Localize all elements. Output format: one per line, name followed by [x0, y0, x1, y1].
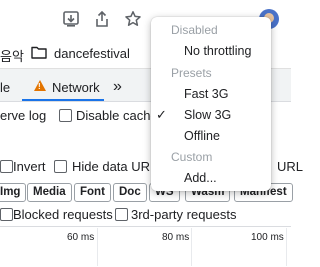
install-app-icon[interactable]	[62, 10, 80, 28]
more-tabs-icon[interactable]: »	[113, 78, 122, 96]
hide-data-url-checkbox[interactable]	[54, 160, 67, 173]
blocked-requests-label: Blocked requests	[13, 207, 113, 222]
tab-network-label: Network	[52, 80, 100, 95]
bookmark-folder-dancefestival[interactable]: dancefestival	[54, 46, 130, 61]
disable-cache-label: Disable cache	[76, 108, 158, 123]
menu-item-no-throttling[interactable]: No throttling	[184, 44, 251, 58]
third-party-checkbox[interactable]	[115, 208, 128, 221]
share-icon[interactable]	[93, 10, 111, 28]
menu-header-custom: Custom	[171, 150, 213, 164]
disable-cache-checkbox[interactable]	[59, 109, 72, 122]
menu-header-disabled: Disabled	[171, 23, 218, 37]
checkmark-icon: ✓	[156, 107, 167, 122]
filter-chip-img[interactable]: Img	[0, 183, 27, 202]
menu-item-add[interactable]: Add...	[184, 171, 217, 185]
third-party-label: 3rd-party requests	[131, 207, 237, 222]
url-filter-partial: URL	[277, 159, 304, 174]
timeline-tick-100ms: 100 ms	[251, 232, 284, 243]
tab-partial[interactable]: le	[0, 80, 10, 95]
filter-chip-doc[interactable]: Doc	[113, 183, 147, 202]
bookmark-star-icon[interactable]	[124, 10, 142, 28]
network-timeline-overview[interactable]	[0, 226, 291, 267]
filter-chip-font[interactable]: Font	[74, 183, 111, 202]
menu-item-slow-3g[interactable]: Slow 3G	[184, 108, 231, 122]
hide-data-url-label: Hide data URL	[72, 159, 158, 174]
menu-header-presets: Presets	[171, 66, 212, 80]
folder-icon	[31, 46, 47, 59]
blocked-requests-checkbox[interactable]	[0, 208, 13, 221]
throttling-menu: Disabled No throttling Presets Fast 3G ✓…	[151, 17, 271, 191]
preserve-log-label[interactable]: erve log	[0, 108, 46, 123]
timeline-tick-60ms: 60 ms	[67, 232, 95, 243]
filter-chip-media[interactable]: Media	[27, 183, 72, 202]
menu-item-offline[interactable]: Offline	[184, 129, 220, 143]
invert-checkbox[interactable]	[0, 160, 13, 173]
bookmark-item-partial[interactable]: 음악	[0, 46, 24, 65]
invert-label: Invert	[13, 159, 46, 174]
menu-item-fast-3g[interactable]: Fast 3G	[184, 87, 228, 101]
timeline-tick-80ms: 80 ms	[162, 232, 190, 243]
